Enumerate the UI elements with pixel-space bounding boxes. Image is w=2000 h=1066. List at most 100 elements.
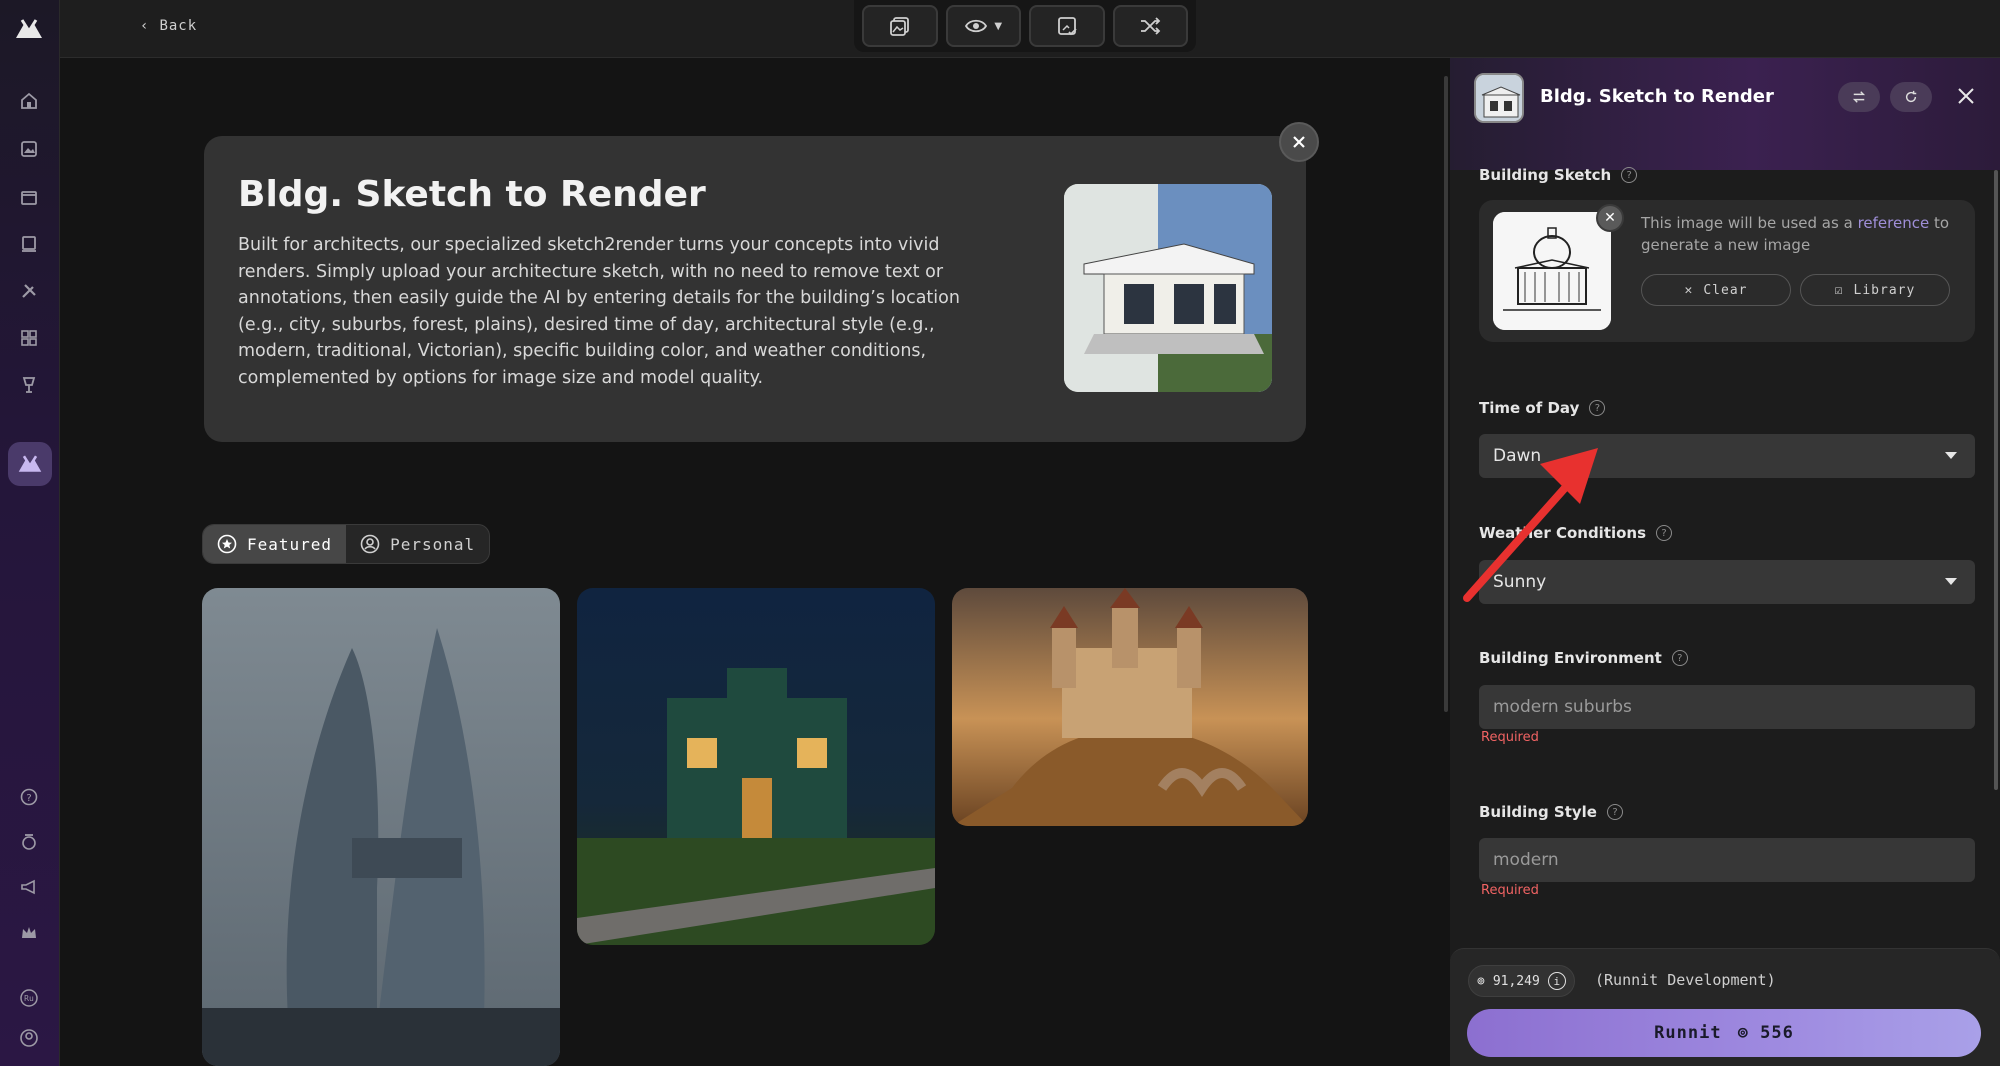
close-icon: ✕ (1684, 282, 1694, 298)
runnit-label: Runnit (1654, 1023, 1722, 1043)
building-environment-label: Building Environment ? (1479, 649, 1688, 667)
tab-featured[interactable]: Featured (203, 525, 347, 563)
remove-sketch-button[interactable]: ✕ (1596, 204, 1624, 232)
reference-hint: This image will be used as a reference t… (1641, 212, 1961, 256)
chevron-down-icon (1945, 578, 1957, 585)
refresh-button[interactable] (1890, 82, 1932, 112)
info-icon[interactable]: i (1547, 972, 1566, 990)
trophy-icon[interactable] (16, 372, 42, 398)
app-thumbnail (1474, 73, 1524, 123)
back-label: Back (159, 18, 198, 34)
images-icon[interactable] (16, 136, 42, 162)
shuffle-button[interactable] (1112, 5, 1188, 47)
clear-button[interactable]: ✕ Clear (1641, 274, 1791, 306)
megaphone-icon[interactable] (16, 874, 42, 900)
run-cost: ⊚ 556 (1738, 1023, 1794, 1043)
panel-scrollbar[interactable] (1994, 170, 1998, 790)
building-style-required: Required (1481, 883, 1539, 898)
back-button[interactable]: ‹ Back (140, 14, 197, 38)
time-of-day-label-text: Time of Day (1479, 399, 1580, 417)
gallery-filter-toggle: Featured Personal (202, 524, 491, 564)
close-description-button[interactable] (1279, 122, 1319, 162)
run-cost-value: 556 (1760, 1023, 1794, 1043)
star-icon (217, 534, 237, 554)
building-sketch-label-text: Building Sketch (1479, 166, 1612, 184)
building-sketch-upload: ✕ This image will be used as a reference… (1479, 200, 1975, 342)
image-gallery-button[interactable] (862, 5, 938, 47)
swap-icon (1852, 91, 1866, 103)
panel-header: Bldg. Sketch to Render (1450, 58, 2000, 170)
chevron-down-icon: ▼ (994, 20, 1003, 32)
help-icon[interactable]: ? (1606, 804, 1623, 820)
chevron-down-icon (1945, 452, 1957, 459)
app-logo-icon[interactable] (12, 14, 46, 44)
weather-conditions-select[interactable]: Sunny (1479, 560, 1975, 604)
building-style-placeholder: modern (1493, 850, 1559, 870)
help-icon[interactable]: ? (1621, 167, 1638, 183)
reference-link[interactable]: reference (1858, 214, 1930, 232)
user-circle-icon (360, 534, 380, 554)
visibility-dropdown-button[interactable]: ▼ (945, 5, 1021, 47)
close-icon: ✕ (1604, 210, 1616, 226)
time-of-day-label: Time of Day ? (1479, 399, 1606, 417)
grid-icon[interactable] (16, 325, 42, 351)
refresh-icon (1905, 90, 1917, 103)
weather-conditions-value: Sunny (1493, 572, 1547, 592)
close-icon (1958, 88, 1974, 104)
runnit-button[interactable]: Runnit ⊚ 556 (1467, 1009, 1981, 1057)
gallery-image-twisted-towers[interactable] (202, 588, 560, 1066)
tab-featured-label: Featured (247, 534, 333, 554)
credits-badge[interactable]: ⊚ 91,249 i (1468, 965, 1575, 997)
close-icon (1293, 136, 1305, 148)
panel-title: Bldg. Sketch to Render (1540, 86, 1774, 107)
library-button[interactable]: ☑ Library (1800, 274, 1950, 306)
app-title: Bldg. Sketch to Render (238, 174, 706, 215)
home-icon[interactable] (16, 88, 42, 114)
reference-hint-text: This image will be used as a (1641, 214, 1853, 232)
run-footer: ⊚ 91,249 i (Runnit Development) Runnit ⊚… (1450, 948, 2000, 1066)
building-style-input[interactable]: modern (1479, 838, 1975, 882)
runnit-app-icon[interactable] (8, 442, 52, 486)
tab-personal[interactable]: Personal (346, 525, 489, 563)
tools-icon[interactable] (16, 278, 42, 304)
eye-icon (965, 19, 988, 33)
building-sketch-image[interactable] (1493, 212, 1611, 330)
profile-icon[interactable] (16, 1025, 42, 1051)
app-description: Built for architects, our specialized sk… (238, 235, 960, 388)
building-environment-required: Required (1481, 730, 1539, 745)
app-settings-panel: Bldg. Sketch to Render Building Sketch ? (1450, 58, 2000, 1066)
svg-text:?: ? (26, 793, 31, 804)
library-label: Library (1853, 282, 1916, 298)
coins-icon: ⊚ (1477, 973, 1485, 989)
close-panel-button[interactable] (1956, 86, 1976, 110)
image-gallery-icon (889, 17, 909, 36)
gallery-image-green-house[interactable] (577, 588, 935, 945)
video-icon[interactable] (16, 184, 42, 210)
building-environment-placeholder: modern suburbs (1493, 697, 1632, 717)
help-icon[interactable]: ? (16, 784, 42, 810)
help-icon[interactable]: ? (1589, 400, 1606, 416)
image-check-icon (1057, 17, 1077, 36)
time-of-day-select[interactable]: Dawn (1479, 434, 1975, 478)
clear-label: Clear (1703, 282, 1748, 298)
weather-conditions-label-text: Weather Conditions (1479, 524, 1647, 542)
gallery-image-castle[interactable] (952, 588, 1308, 826)
panel-resize-handle[interactable] (1444, 76, 1448, 712)
app-preview-image (1064, 184, 1272, 392)
building-environment-input[interactable]: modern suburbs (1479, 685, 1975, 729)
crown-icon[interactable] (16, 920, 42, 946)
swap-button[interactable] (1838, 82, 1880, 112)
award-icon[interactable] (16, 829, 42, 855)
shuffle-icon (1141, 17, 1161, 35)
building-sketch-label: Building Sketch ? (1479, 166, 1638, 184)
image-check-button[interactable] (1029, 5, 1105, 47)
help-icon[interactable]: ? (1671, 650, 1688, 666)
user-initials-text: Ru (24, 993, 34, 1003)
help-icon[interactable]: ? (1656, 525, 1673, 541)
user-initials-icon[interactable]: Ru (16, 985, 42, 1011)
screen-icon[interactable] (16, 231, 42, 257)
coins-icon: ⊚ (1737, 1023, 1749, 1043)
building-environment-label-text: Building Environment (1479, 649, 1662, 667)
left-sidebar: ? Ru (0, 0, 60, 1066)
toolbar: ▼ (854, 0, 1196, 52)
